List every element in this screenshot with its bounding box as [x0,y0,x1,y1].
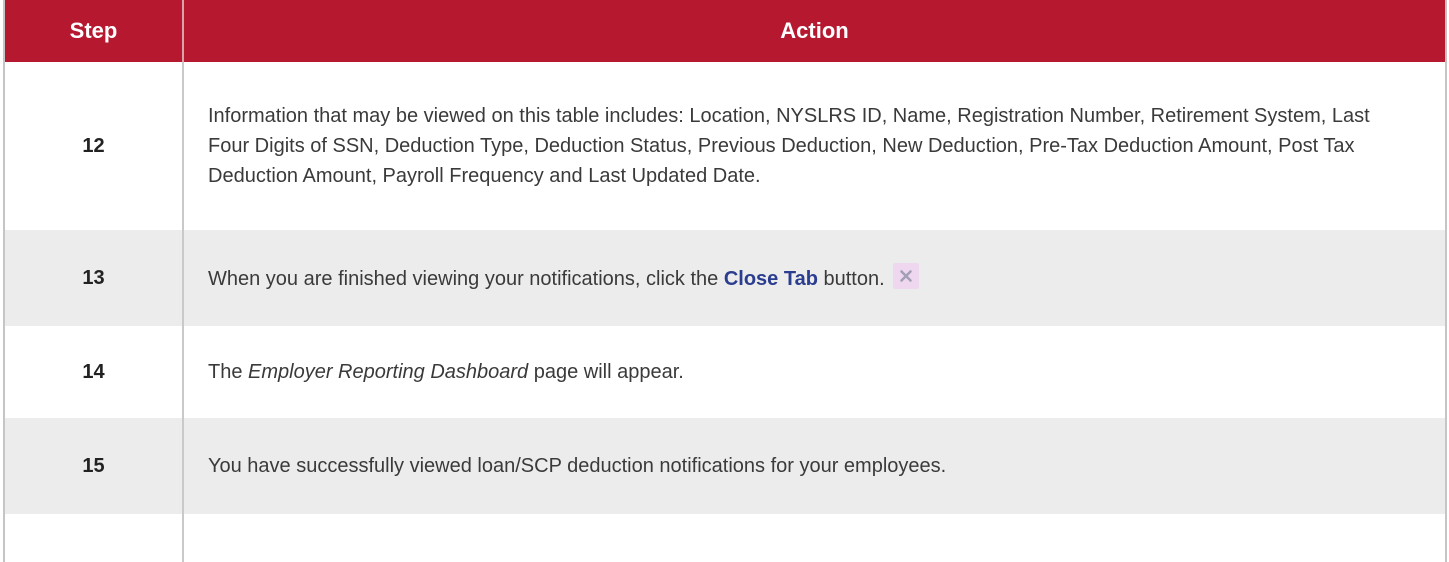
step-action-text: Information that may be viewed on this t… [183,62,1445,230]
step-column-header: Step [5,0,184,62]
step-action-text: You have successfully viewed loan/SCP de… [183,418,1445,514]
close-tab-label: Close Tab [723,267,818,290]
step-action-empty [183,514,1445,562]
step-action-text-end: page will appear. [528,361,684,383]
step-number: 15 [5,418,184,514]
table-header-row: Step Action [5,0,1445,62]
step-action-text: The [208,361,249,383]
table-row: 14 The Employer Reporting Dashboard page… [5,326,1445,418]
steps-table-frame: Step Action 12 Information that may be v… [3,0,1447,562]
step-action-cell: When you are finished viewing your notif… [183,230,1445,326]
steps-table: Step Action 12 Information that may be v… [5,0,1445,562]
step-action-text: When you are finished viewing your notif… [208,267,724,290]
table-row: 13 When you are finished viewing your no… [5,230,1445,326]
close-icon [892,262,919,289]
step-number: 13 [5,230,184,326]
step-number: 12 [5,62,184,230]
step-number-empty [5,514,184,562]
table-row-continuation [5,514,1445,562]
action-column-header: Action [183,0,1445,62]
table-row: 12 Information that may be viewed on thi… [5,62,1445,230]
step-action-cell: The Employer Reporting Dashboard page wi… [183,326,1445,418]
dashboard-page-name: Employer Reporting Dashboard [248,361,529,383]
table-row: 15 You have successfully viewed loan/SCP… [5,418,1445,514]
step-action-text-end: button. [817,267,885,290]
step-number: 14 [5,326,184,418]
